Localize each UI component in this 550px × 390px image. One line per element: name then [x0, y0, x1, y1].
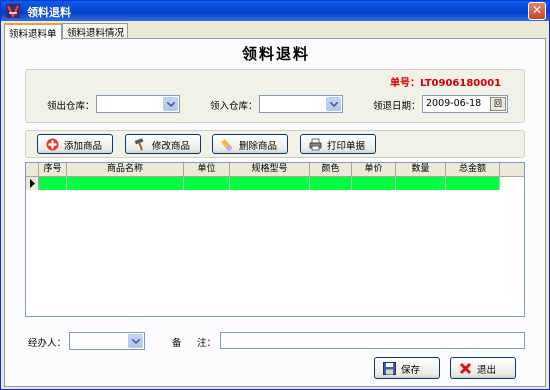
close-x-icon: [459, 362, 472, 375]
order-number-label: 单号：: [390, 78, 420, 89]
column-header[interactable]: 商品名称: [67, 163, 184, 177]
chevron-down-icon[interactable]: [128, 334, 143, 348]
in-warehouse-label: 领入仓库：: [210, 101, 258, 112]
window-title: 领料退料: [27, 6, 71, 19]
tab-return-form[interactable]: 领料退料单: [4, 23, 62, 40]
delete-item-label: 删除商品: [239, 141, 278, 152]
column-header[interactable]: 颜色: [310, 163, 352, 177]
return-date-field[interactable]: 2009-06-18 回: [422, 95, 508, 113]
note-label-1: 备: [172, 338, 182, 349]
table-cell[interactable]: [396, 177, 446, 190]
grid-header: 序号 商品名称 单位 规格型号 颜色 单价 数量 总金额: [26, 163, 524, 177]
in-warehouse-select[interactable]: [259, 95, 343, 113]
table-cell[interactable]: [352, 177, 396, 190]
tab-return-status[interactable]: 领料退料情况: [62, 23, 128, 39]
table-cell[interactable]: [39, 177, 67, 190]
save-icon: [383, 362, 396, 375]
chevron-down-icon[interactable]: [326, 97, 341, 111]
table-cell[interactable]: [184, 177, 230, 190]
add-item-button[interactable]: 添加商品: [37, 134, 113, 154]
edit-item-label: 修改商品: [152, 141, 191, 152]
note-label-2: 注：: [197, 338, 217, 349]
table-row[interactable]: [26, 177, 524, 190]
add-item-label: 添加商品: [64, 141, 103, 152]
grid-corner: [26, 163, 39, 177]
table-cell[interactable]: [67, 177, 184, 190]
hammer-icon: [134, 138, 144, 151]
title-bar[interactable]: 领料退料 ✕: [1, 1, 549, 21]
delete-item-button[interactable]: 删除商品: [212, 134, 288, 154]
table-cell[interactable]: [446, 177, 500, 190]
order-number-value: LT0906180001: [420, 78, 502, 89]
print-button[interactable]: 打印单据: [300, 134, 376, 154]
chevron-down-icon[interactable]: [163, 97, 178, 111]
out-warehouse-label: 领出仓库：: [47, 101, 95, 112]
table-cell[interactable]: [230, 177, 310, 190]
column-header[interactable]: 单位: [184, 163, 230, 177]
save-label: 保存: [401, 365, 421, 376]
out-warehouse-select[interactable]: [96, 95, 180, 113]
close-button[interactable]: ✕: [528, 2, 546, 20]
edit-item-button[interactable]: 修改商品: [125, 134, 201, 154]
note-input[interactable]: [220, 332, 525, 349]
column-header[interactable]: 序号: [39, 163, 67, 177]
items-grid[interactable]: 序号 商品名称 单位 规格型号 颜色 单价 数量 总金额: [25, 162, 525, 317]
page-title: 领料退料: [241, 45, 310, 63]
eraser-icon: [221, 139, 233, 151]
plus-icon: [46, 138, 59, 151]
column-header[interactable]: 规格型号: [230, 163, 310, 177]
column-header[interactable]: 单价: [352, 163, 396, 177]
column-header[interactable]: 总金额: [446, 163, 500, 177]
column-header[interactable]: 数量: [396, 163, 446, 177]
row-pointer-icon: [26, 177, 39, 190]
table-cell[interactable]: [310, 177, 352, 190]
app-icon: [6, 4, 20, 19]
print-label: 打印单据: [327, 141, 366, 152]
calendar-button[interactable]: 回: [490, 97, 506, 111]
order-number: 单号：LT0906180001: [390, 74, 501, 89]
return-date-value: 2009-06-18: [426, 98, 482, 109]
exit-button[interactable]: 退出: [450, 357, 516, 379]
return-date-label: 领退日期：: [373, 101, 421, 112]
app-window: 领料退料 ✕ 领料退料单 领料退料情况 领料退料 单号：LT0906180001…: [0, 0, 550, 390]
printer-icon: [309, 138, 322, 151]
handler-label: 经办人：: [28, 338, 67, 349]
handler-select[interactable]: [69, 332, 145, 350]
save-button[interactable]: 保存: [374, 357, 440, 379]
exit-label: 退出: [477, 365, 497, 376]
